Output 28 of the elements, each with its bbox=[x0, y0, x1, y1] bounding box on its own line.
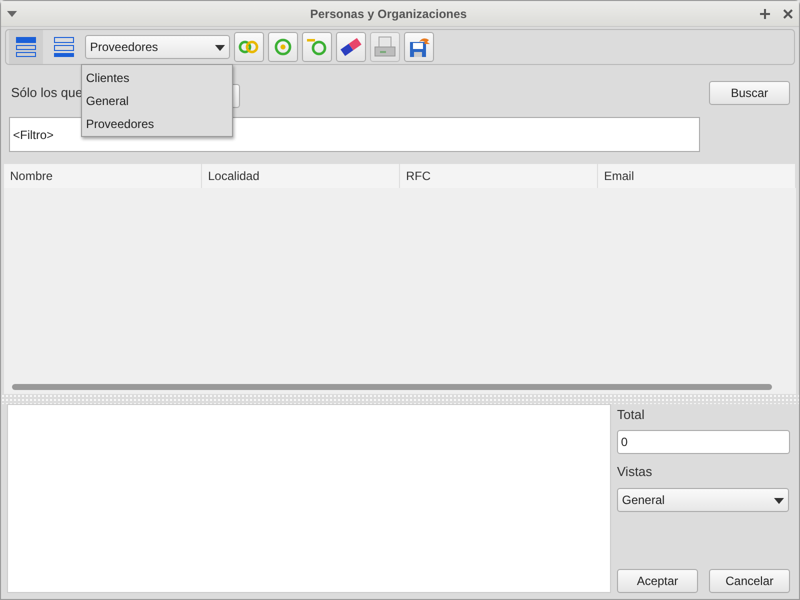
views-label: Vistas bbox=[617, 462, 654, 480]
menu-item[interactable]: Clientes bbox=[82, 66, 232, 89]
menu-icon[interactable] bbox=[7, 10, 17, 16]
layout-icon bbox=[13, 34, 39, 60]
caret-icon bbox=[215, 44, 225, 51]
column-header[interactable]: Nombre bbox=[4, 164, 202, 188]
layout-icon bbox=[51, 34, 77, 60]
total-label: Total bbox=[617, 406, 646, 424]
views-dropdown[interactable]: General bbox=[617, 488, 789, 512]
column-header[interactable]: RFC bbox=[400, 164, 598, 188]
filter-label: Sólo los que bbox=[11, 84, 83, 102]
cancel-button[interactable]: Cancelar bbox=[709, 569, 790, 593]
column-header[interactable]: Localidad bbox=[202, 164, 400, 188]
splitter-handle[interactable] bbox=[1, 394, 799, 404]
total-field[interactable]: 0 bbox=[617, 430, 790, 454]
view-dropdown[interactable]: Proveedores bbox=[85, 35, 230, 59]
window-title: Personas y Organizaciones bbox=[309, 6, 468, 22]
search-button[interactable]: Buscar bbox=[709, 81, 790, 105]
menu-item[interactable]: General bbox=[82, 89, 232, 112]
column-header[interactable]: Email bbox=[598, 164, 796, 188]
toolbar-button[interactable] bbox=[336, 32, 366, 62]
maximize-icon[interactable] bbox=[760, 8, 770, 18]
close-icon[interactable] bbox=[783, 8, 793, 18]
caret-icon bbox=[774, 498, 784, 504]
scrollbar[interactable] bbox=[12, 384, 772, 390]
toolbar-button[interactable] bbox=[404, 32, 434, 62]
accept-button[interactable]: Aceptar bbox=[617, 569, 698, 593]
view-toggle-button[interactable] bbox=[9, 30, 43, 64]
